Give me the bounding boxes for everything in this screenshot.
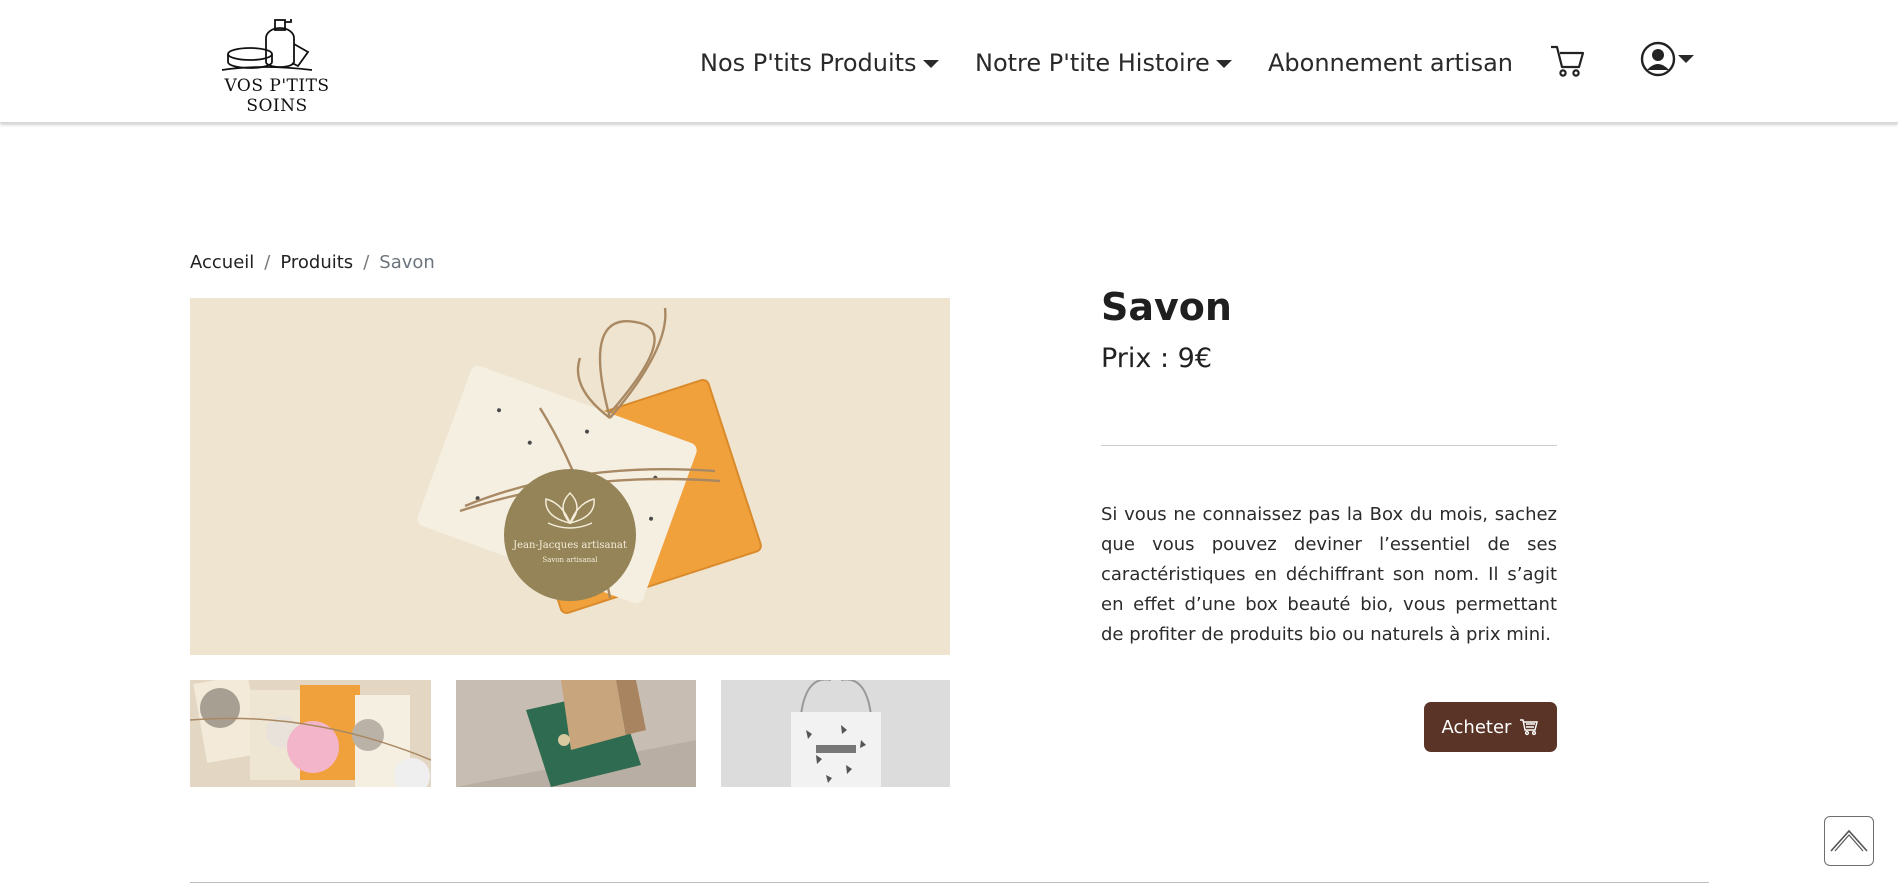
nav-subscription-label: Abonnement artisan xyxy=(1268,49,1513,77)
tag-text: Jean-Jacques artisanat xyxy=(512,540,627,551)
brand-name: VOS P'TITS SOINS xyxy=(224,76,330,116)
site-header: VOS P'TITS SOINS Nos P'tits Produits Not… xyxy=(0,0,1898,123)
cart-icon[interactable] xyxy=(1549,43,1585,79)
scroll-to-top-button[interactable] xyxy=(1824,816,1874,866)
product-price: Prix : 9€ xyxy=(1101,343,1213,374)
user-circle-icon xyxy=(1640,41,1676,77)
nav-products-dropdown[interactable]: Nos P'tits Produits xyxy=(700,46,939,80)
product-main-image[interactable]: Jean-Jacques artisanat Savon artisanal xyxy=(190,298,950,655)
nav-history-dropdown[interactable]: Notre P'tite Histoire xyxy=(975,46,1232,80)
caret-down-icon xyxy=(1678,55,1694,63)
breadcrumb-separator: / xyxy=(264,252,271,273)
product-thumbnail-1[interactable] xyxy=(190,680,431,787)
buy-button-label: Acheter xyxy=(1441,716,1512,738)
user-menu-dropdown[interactable] xyxy=(1640,40,1694,78)
breadcrumb-current: Savon xyxy=(379,252,435,273)
breadcrumb: Accueil / Produits / Savon xyxy=(190,252,435,273)
brand-logo[interactable]: VOS P'TITS SOINS xyxy=(212,14,342,116)
breadcrumb-separator: / xyxy=(363,252,370,273)
product-description: Si vous ne connaissez pas la Box du mois… xyxy=(1101,504,1557,645)
tag-subtext: Savon artisanal xyxy=(542,556,598,564)
caret-down-icon xyxy=(1215,60,1232,68)
buy-button[interactable]: Acheter xyxy=(1424,702,1557,752)
caret-down-icon xyxy=(922,60,939,68)
product-title: Savon xyxy=(1101,285,1232,329)
product-thumbnail-3[interactable] xyxy=(721,680,950,787)
breadcrumb-home-link[interactable]: Accueil xyxy=(190,252,254,273)
breadcrumb-products-link[interactable]: Produits xyxy=(280,252,353,273)
nav-subscription-link[interactable]: Abonnement artisan xyxy=(1268,46,1513,80)
logo-illustration-icon xyxy=(221,19,313,71)
nav-products-label: Nos P'tits Produits xyxy=(700,49,917,77)
nav-history-label: Notre P'tite Histoire xyxy=(975,49,1210,77)
footer-divider xyxy=(190,882,1709,883)
chevron-up-icon xyxy=(1830,829,1868,852)
cart-icon xyxy=(1520,719,1539,736)
divider xyxy=(1101,445,1557,446)
product-thumbnail-2[interactable] xyxy=(456,680,696,787)
